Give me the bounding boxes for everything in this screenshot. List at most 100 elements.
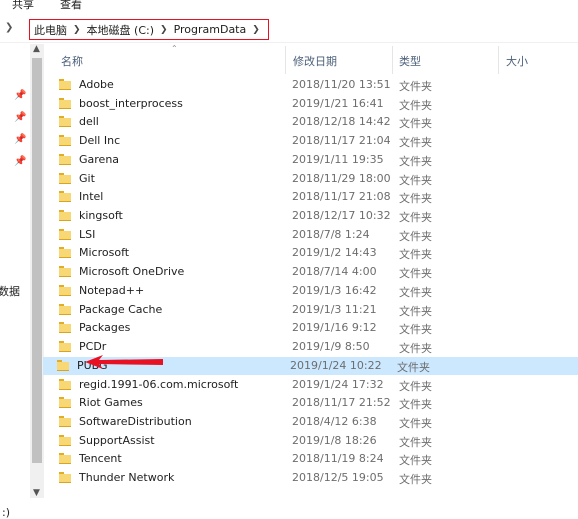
pin-icon[interactable]: 📌 [14, 156, 26, 168]
file-name: Adobe [79, 78, 114, 91]
file-type: 文件夹 [399, 379, 432, 393]
column-divider[interactable] [498, 46, 499, 74]
file-name: dell [79, 115, 99, 129]
nav-item-label[interactable]: 数据 [0, 283, 20, 299]
breadcrumb-item-local-disk[interactable]: 本地磁盘 (C:) [87, 22, 154, 38]
file-row[interactable]: Thunder Network 2018/12/5 19:05 文件夹 [45, 469, 578, 487]
file-type: 文件夹 [399, 342, 432, 356]
file-date: 2018/12/18 14:42 [292, 115, 391, 129]
chevron-right-icon[interactable]: ❯ [160, 25, 168, 35]
file-row[interactable]: Intel 2018/11/17 21:08 文件夹 [45, 188, 578, 206]
file-row[interactable]: regid.1991-06.com.microsoft 2019/1/24 17:… [45, 376, 578, 394]
file-type: 文件夹 [399, 80, 432, 93]
file-row[interactable]: dell 2018/12/18 14:42 文件夹 [45, 113, 578, 131]
file-type: 文件夹 [399, 98, 432, 112]
folder-icon [59, 191, 71, 203]
scrollbar-thumb[interactable] [32, 58, 42, 463]
file-row[interactable]: Package Cache 2019/1/3 11:21 文件夹 [45, 301, 578, 319]
file-type: 文件夹 [399, 473, 432, 487]
chevron-right-icon[interactable]: ❯ [252, 25, 260, 35]
file-type: 文件夹 [397, 360, 430, 374]
file-row[interactable]: Notepad++ 2019/1/3 16:42 文件夹 [45, 282, 578, 300]
folder-icon [59, 247, 71, 259]
file-date: 2018/4/12 6:38 [292, 414, 377, 428]
file-row[interactable]: LSI 2018/7/8 1:24 文件夹 [45, 226, 578, 244]
file-type: 文件夹 [399, 398, 432, 412]
file-date: 2019/1/8 18:26 [292, 433, 377, 447]
address-bar: ❯ 此电脑 ❯ 本地磁盘 (C:) ❯ ProgramData ❯ [0, 17, 578, 43]
file-date: 2019/1/24 10:22 [290, 358, 382, 372]
chevron-right-icon[interactable]: ❯ [73, 25, 81, 35]
folder-icon [59, 153, 71, 165]
column-header-type[interactable]: 类型 [399, 53, 421, 69]
file-row[interactable]: SoftwareDistribution 2018/4/12 6:38 文件夹 [45, 413, 578, 431]
pin-icon[interactable]: 📌 [14, 134, 26, 146]
file-name: Microsoft [79, 246, 130, 260]
file-date: 2018/11/29 18:00 [292, 171, 391, 185]
breadcrumb-item-this-pc[interactable]: 此电脑 [34, 22, 67, 38]
file-type: 文件夹 [399, 192, 432, 206]
file-date: 2018/12/5 19:05 [292, 471, 384, 485]
file-row[interactable]: SupportAssist 2019/1/8 18:26 文件夹 [45, 432, 578, 450]
folder-icon [59, 266, 71, 278]
red-arrow-annotation [85, 355, 163, 369]
file-name: Thunder Network [79, 471, 175, 485]
file-name: LSI [79, 227, 96, 241]
chevron-right-icon[interactable]: ❯ [5, 22, 13, 33]
column-header-size[interactable]: 大小 [506, 53, 528, 69]
pin-icon[interactable]: 📌 [14, 112, 26, 124]
file-row[interactable]: Packages 2019/1/16 9:12 文件夹 [45, 319, 578, 337]
file-row[interactable]: boost_interprocess 2019/1/21 16:41 文件夹 [45, 95, 578, 113]
file-row[interactable]: Microsoft 2019/1/2 14:43 文件夹 [45, 244, 578, 262]
folder-icon [59, 434, 71, 446]
file-type: 文件夹 [399, 304, 432, 318]
folder-icon [59, 397, 71, 409]
file-date: 2018/11/17 21:08 [292, 190, 391, 204]
file-date: 2018/11/19 8:24 [292, 452, 384, 466]
file-type: 文件夹 [399, 323, 432, 337]
nav-item-label[interactable]: :) [2, 506, 10, 519]
file-row[interactable]: Tencent 2018/11/19 8:24 文件夹 [45, 450, 578, 468]
file-name: regid.1991-06.com.microsoft [79, 377, 239, 391]
file-name: PCDr [79, 340, 107, 354]
file-row[interactable]: Dell Inc 2018/11/17 21:04 文件夹 [45, 132, 578, 150]
file-type: 文件夹 [399, 416, 432, 430]
file-row[interactable]: Garena 2019/1/11 19:35 文件夹 [45, 151, 578, 169]
scroll-down-icon[interactable]: ▼ [33, 488, 40, 498]
file-name: boost_interprocess [79, 96, 183, 110]
folder-icon [59, 135, 71, 147]
folder-icon [59, 79, 71, 90]
file-name: kingsoft [79, 209, 123, 223]
file-name: Package Cache [79, 302, 163, 316]
file-row[interactable]: Microsoft OneDrive 2018/7/14 4:00 文件夹 [45, 263, 578, 281]
file-type: 文件夹 [399, 435, 432, 449]
file-row[interactable]: Git 2018/11/29 18:00 文件夹 [45, 170, 578, 188]
breadcrumb[interactable]: 此电脑 ❯ 本地磁盘 (C:) ❯ ProgramData ❯ [29, 19, 269, 40]
ribbon-tab-view[interactable]: 查看 [60, 0, 82, 12]
column-divider[interactable] [392, 46, 393, 74]
file-date: 2018/7/14 4:00 [292, 265, 377, 279]
file-type: 文件夹 [399, 211, 432, 225]
file-row[interactable]: kingsoft 2018/12/17 10:32 文件夹 [45, 207, 578, 225]
file-date: 2018/11/17 21:52 [292, 396, 391, 410]
file-date: 2018/11/20 13:51 [292, 78, 391, 91]
column-divider[interactable] [285, 46, 286, 74]
folder-icon [59, 453, 71, 465]
file-row[interactable]: Riot Games 2018/11/17 21:52 文件夹 [45, 394, 578, 412]
file-name: SupportAssist [79, 433, 155, 447]
file-name: Intel [79, 190, 104, 204]
vertical-scrollbar[interactable]: ▲ ▼ [30, 44, 44, 498]
column-header-date[interactable]: 修改日期 [293, 53, 337, 69]
file-date: 2019/1/11 19:35 [292, 152, 384, 166]
scroll-up-icon[interactable]: ▲ [33, 44, 40, 54]
pin-icon[interactable]: 📌 [14, 90, 26, 102]
ribbon-tabs: 共享 查看 [0, 0, 578, 16]
file-row[interactable]: Adobe 2018/11/20 13:51 文件夹 [45, 76, 578, 94]
ribbon-tab-share[interactable]: 共享 [12, 0, 34, 12]
column-header-name[interactable]: 名称 [61, 53, 83, 69]
breadcrumb-item-programdata[interactable]: ProgramData [174, 23, 247, 36]
folder-icon [59, 378, 71, 390]
sort-ascending-icon: ⌃ [171, 44, 178, 53]
file-date: 2019/1/24 17:32 [292, 377, 384, 391]
folder-icon [59, 322, 71, 334]
